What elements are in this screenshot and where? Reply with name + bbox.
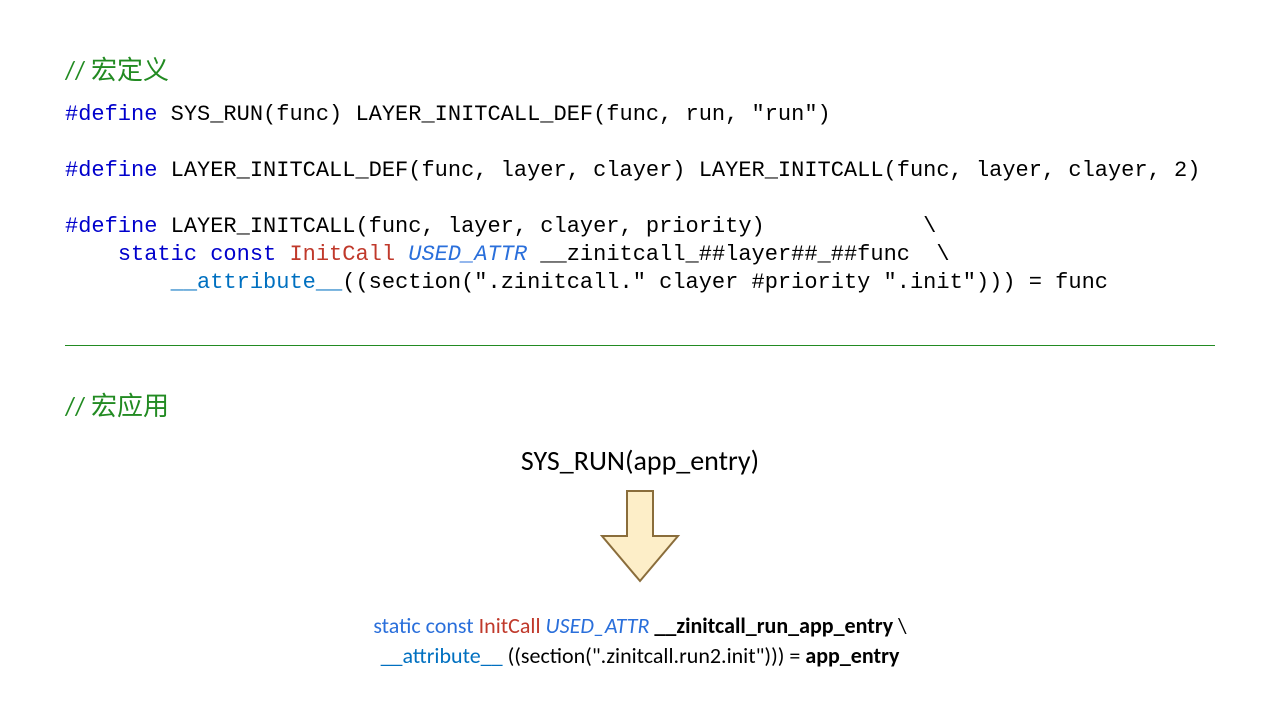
- token-used-attr: USED_ATTR: [395, 242, 527, 267]
- token-used-attr: USED_ATTR: [546, 612, 650, 639]
- token-initcall: InitCall: [479, 612, 541, 639]
- code-text: ((section(".zinitcall.run2.init"))) =: [503, 642, 806, 669]
- code-text: SYS_RUN(func) LAYER_INITCALL_DEF(func, r…: [157, 102, 830, 127]
- macro-expansion-result: static const InitCall USED_ATTR __zinitc…: [65, 611, 1215, 671]
- slide: // 宏定义 #define SYS_RUN(func) LAYER_INITC…: [0, 0, 1280, 720]
- token-attribute: __attribute__: [171, 270, 343, 295]
- token-symbol: __zinitcall_run_app_entry: [649, 612, 893, 639]
- token-static: static: [373, 612, 420, 639]
- token-define: #define: [65, 102, 157, 127]
- code-text: LAYER_INITCALL(func, layer, clayer, prio…: [157, 214, 936, 239]
- heading-macro-application: // 宏应用: [65, 386, 1215, 423]
- down-arrow-icon: [590, 486, 690, 586]
- code-text: __zinitcall_##layer##_##func \: [527, 242, 949, 267]
- code-text: ((section(".zinitcall." clayer #priority…: [342, 270, 1108, 295]
- section-divider: [65, 345, 1215, 346]
- token-const: const: [421, 612, 479, 639]
- code-text: LAYER_INITCALL_DEF(func, layer, clayer) …: [157, 158, 1200, 183]
- token-continuation: \: [893, 612, 906, 639]
- expansion-line-2: __attribute__ ((section(".zinitcall.run2…: [65, 641, 1215, 671]
- token-const: const: [197, 242, 276, 267]
- token-define: #define: [65, 214, 157, 239]
- heading-macro-definition: // 宏定义: [65, 50, 1215, 87]
- token-define: #define: [65, 158, 157, 183]
- expansion-line-1: static const InitCall USED_ATTR __zinitc…: [65, 611, 1215, 641]
- token-attribute: __attribute__: [381, 642, 503, 669]
- code-indent: [65, 270, 171, 295]
- arrow-container: [65, 486, 1215, 591]
- code-macro-definitions: #define SYS_RUN(func) LAYER_INITCALL_DEF…: [65, 101, 1215, 297]
- token-initcall: InitCall: [276, 242, 395, 267]
- macro-invocation: SYS_RUN(app_entry): [65, 443, 1215, 478]
- token-value: app_entry: [805, 642, 899, 669]
- token-static: static: [118, 242, 197, 267]
- code-indent: [65, 242, 118, 267]
